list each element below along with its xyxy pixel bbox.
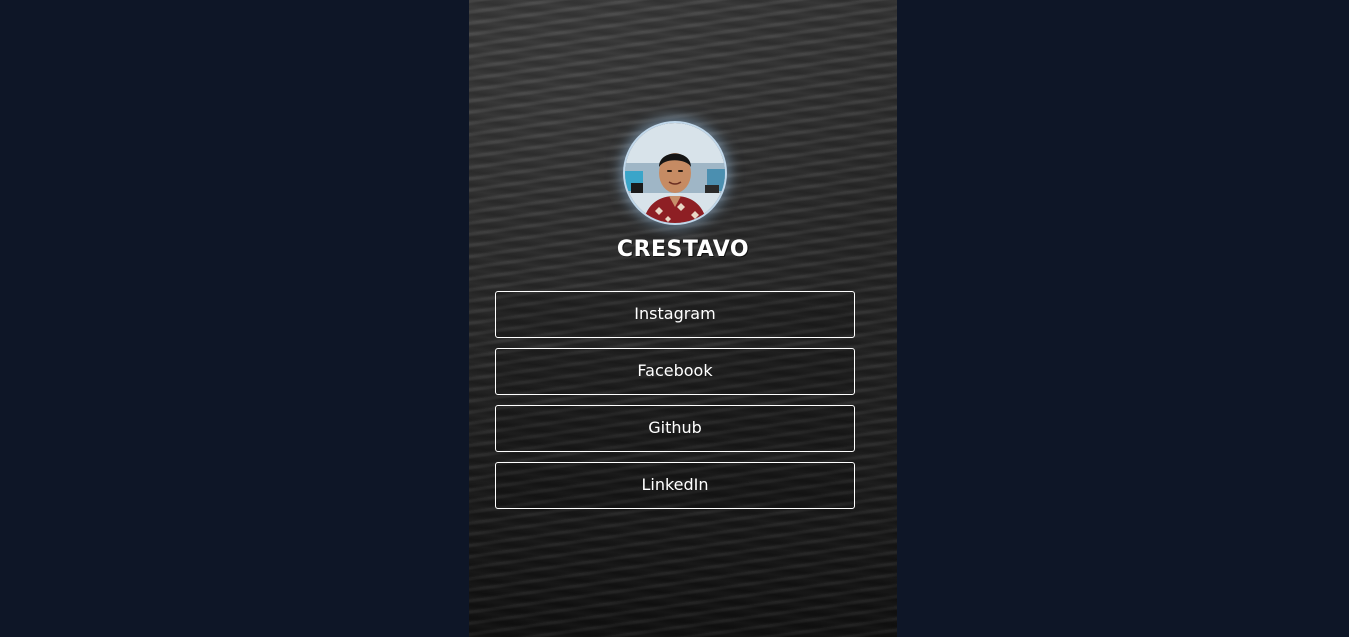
- links-list: Instagram Facebook Github LinkedIn: [495, 291, 855, 519]
- profile-name: CRESTAVO: [616, 237, 750, 262]
- avatar-image: [625, 123, 725, 223]
- instagram-button[interactable]: Instagram: [495, 291, 855, 338]
- facebook-button[interactable]: Facebook: [495, 348, 855, 395]
- profile-card: CRESTAVO Instagram Facebook Github Linke…: [469, 0, 897, 637]
- linkedin-button[interactable]: LinkedIn: [495, 462, 855, 509]
- avatar: [625, 123, 725, 223]
- page: CRESTAVO Instagram Facebook Github Linke…: [0, 0, 1349, 637]
- github-button[interactable]: Github: [495, 405, 855, 452]
